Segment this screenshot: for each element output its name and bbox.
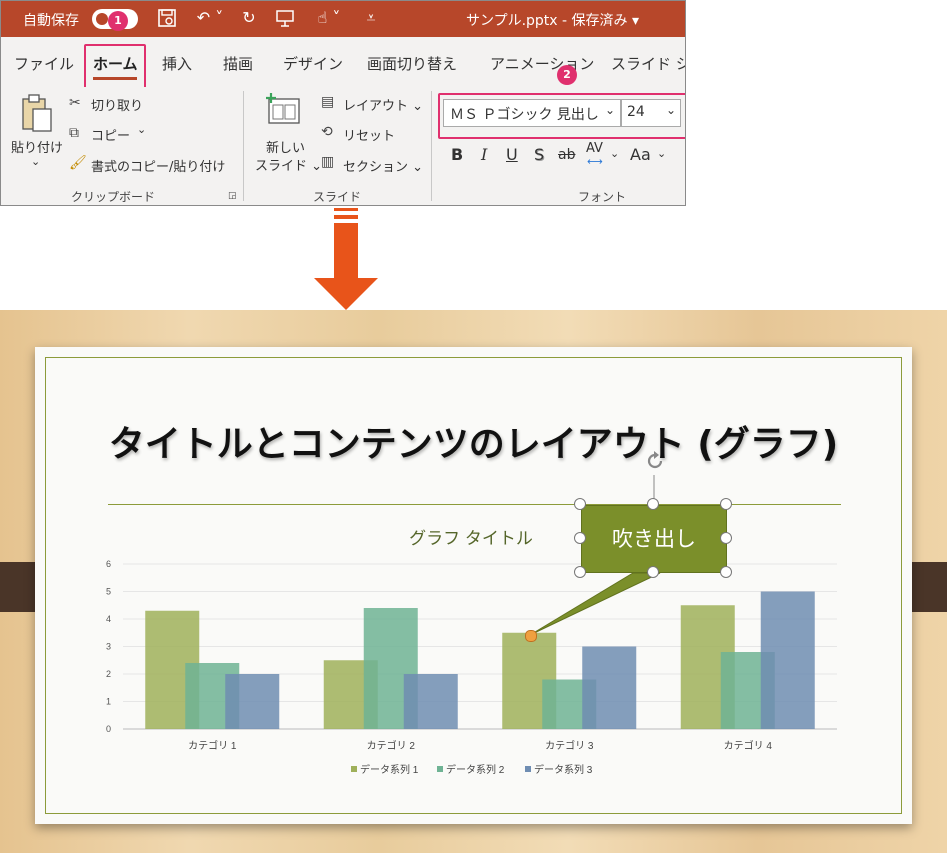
change-case-button[interactable]: Aa: [630, 145, 651, 164]
cut-button[interactable]: 切り取り: [91, 95, 143, 114]
present-icon[interactable]: [275, 8, 295, 28]
copy-dropdown[interactable]: ⌄: [137, 123, 146, 136]
touch-mode-icon[interactable]: ☝ ˅: [309, 8, 349, 28]
tab-insert[interactable]: 挿入: [162, 53, 192, 74]
step-badge-2: 2: [557, 65, 577, 85]
character-spacing-button[interactable]: AV: [586, 141, 603, 156]
section-button[interactable]: セクション ⌄: [343, 156, 423, 175]
powerpoint-ribbon: 自動保存 1 ↶ ˅ ↻ ☝ ˅ ⩡ サンプル.pptx - 保存済み ▾ ファ…: [0, 0, 686, 206]
title-bar: 自動保存 1 ↶ ˅ ↻ ☝ ˅ ⩡ サンプル.pptx - 保存済み ▾: [1, 1, 685, 37]
undo-icon[interactable]: ↶ ˅: [193, 8, 227, 28]
copy-button[interactable]: コピー: [91, 125, 130, 144]
highlight-home-tab: [84, 44, 146, 90]
new-slide-label-2[interactable]: スライド ⌄: [255, 155, 322, 174]
tab-animations[interactable]: アニメーション: [490, 53, 594, 74]
chevron-down-icon[interactable]: ⌄: [610, 147, 619, 160]
resize-handle-w[interactable]: [574, 532, 586, 544]
slide[interactable]: タイトルとコンテンツのレイアウト (グラフ) グラフ タイトル 0 1 2 3 4 5 6 カテ…: [35, 347, 912, 824]
italic-button[interactable]: I: [481, 145, 487, 164]
resize-handle-sw[interactable]: [574, 566, 586, 578]
down-arrow-icon: [314, 206, 378, 312]
new-slide-icon[interactable]: [263, 91, 303, 131]
tab-slideshow[interactable]: スライド ショ: [611, 53, 685, 74]
rotate-handle-icon[interactable]: [643, 449, 667, 473]
redo-icon[interactable]: ↻: [239, 8, 259, 28]
tab-file[interactable]: ファイル: [14, 53, 74, 74]
group-divider: [431, 91, 432, 201]
clipboard-group-label: クリップボード: [71, 190, 156, 204]
slides-group-label: スライド: [313, 190, 362, 204]
resize-handle-e[interactable]: [720, 532, 732, 544]
layout-button[interactable]: レイアウト ⌄: [343, 95, 423, 114]
strikethrough-button[interactable]: ab: [558, 147, 575, 163]
reset-icon[interactable]: ⟲: [321, 124, 333, 140]
format-painter-icon[interactable]: 🖌: [69, 155, 87, 171]
chevron-down-icon[interactable]: ⌄: [657, 147, 666, 160]
section-icon[interactable]: ▥: [321, 154, 334, 170]
tab-draw[interactable]: 描画: [223, 53, 253, 74]
scissors-icon[interactable]: ✂: [69, 95, 81, 111]
file-name[interactable]: サンプル.pptx - 保存済み ▾: [466, 10, 639, 30]
reset-button[interactable]: リセット: [343, 125, 395, 144]
tab-transitions[interactable]: 画面切り替え: [367, 53, 457, 74]
resize-handle-nw[interactable]: [574, 498, 586, 510]
slide-canvas: タイトルとコンテンツのレイアウト (グラフ) グラフ タイトル 0 1 2 3 4 5 6 カテ…: [0, 310, 947, 853]
new-slide-label-1[interactable]: 新しい: [266, 137, 305, 156]
callout-shape[interactable]: 吹き出し: [581, 505, 727, 573]
callout-tail-handle[interactable]: [525, 630, 537, 642]
bold-button[interactable]: B: [451, 145, 463, 164]
resize-handle-se[interactable]: [720, 566, 732, 578]
save-icon[interactable]: [157, 8, 177, 28]
format-painter-button[interactable]: 書式のコピー/貼り付け: [91, 156, 225, 175]
resize-handle-s[interactable]: [647, 566, 659, 578]
shadow-button[interactable]: S: [534, 145, 544, 164]
font-group-label: フォント: [578, 190, 627, 204]
highlight-font-fields: [438, 93, 685, 139]
copy-icon[interactable]: ⧉: [69, 125, 79, 141]
group-divider: [243, 91, 244, 201]
layout-icon[interactable]: ▤: [321, 94, 334, 110]
paste-label[interactable]: 貼り付け: [11, 137, 63, 156]
resize-handle-ne[interactable]: [720, 498, 732, 510]
customize-toolbar-icon[interactable]: ⩡: [361, 8, 381, 28]
autosave-label: 自動保存: [23, 13, 79, 29]
paste-dropdown[interactable]: ⌄: [31, 155, 40, 168]
spacing-arrows-icon: ⟷: [587, 155, 603, 168]
dialog-launcher-icon[interactable]: ◲: [228, 191, 237, 201]
resize-handle-n[interactable]: [647, 498, 659, 510]
tab-design[interactable]: デザイン: [283, 53, 343, 74]
underline-button[interactable]: U: [506, 145, 518, 164]
callout-tail: [529, 475, 661, 636]
step-badge-1: 1: [108, 11, 128, 31]
paste-icon[interactable]: [19, 93, 55, 133]
